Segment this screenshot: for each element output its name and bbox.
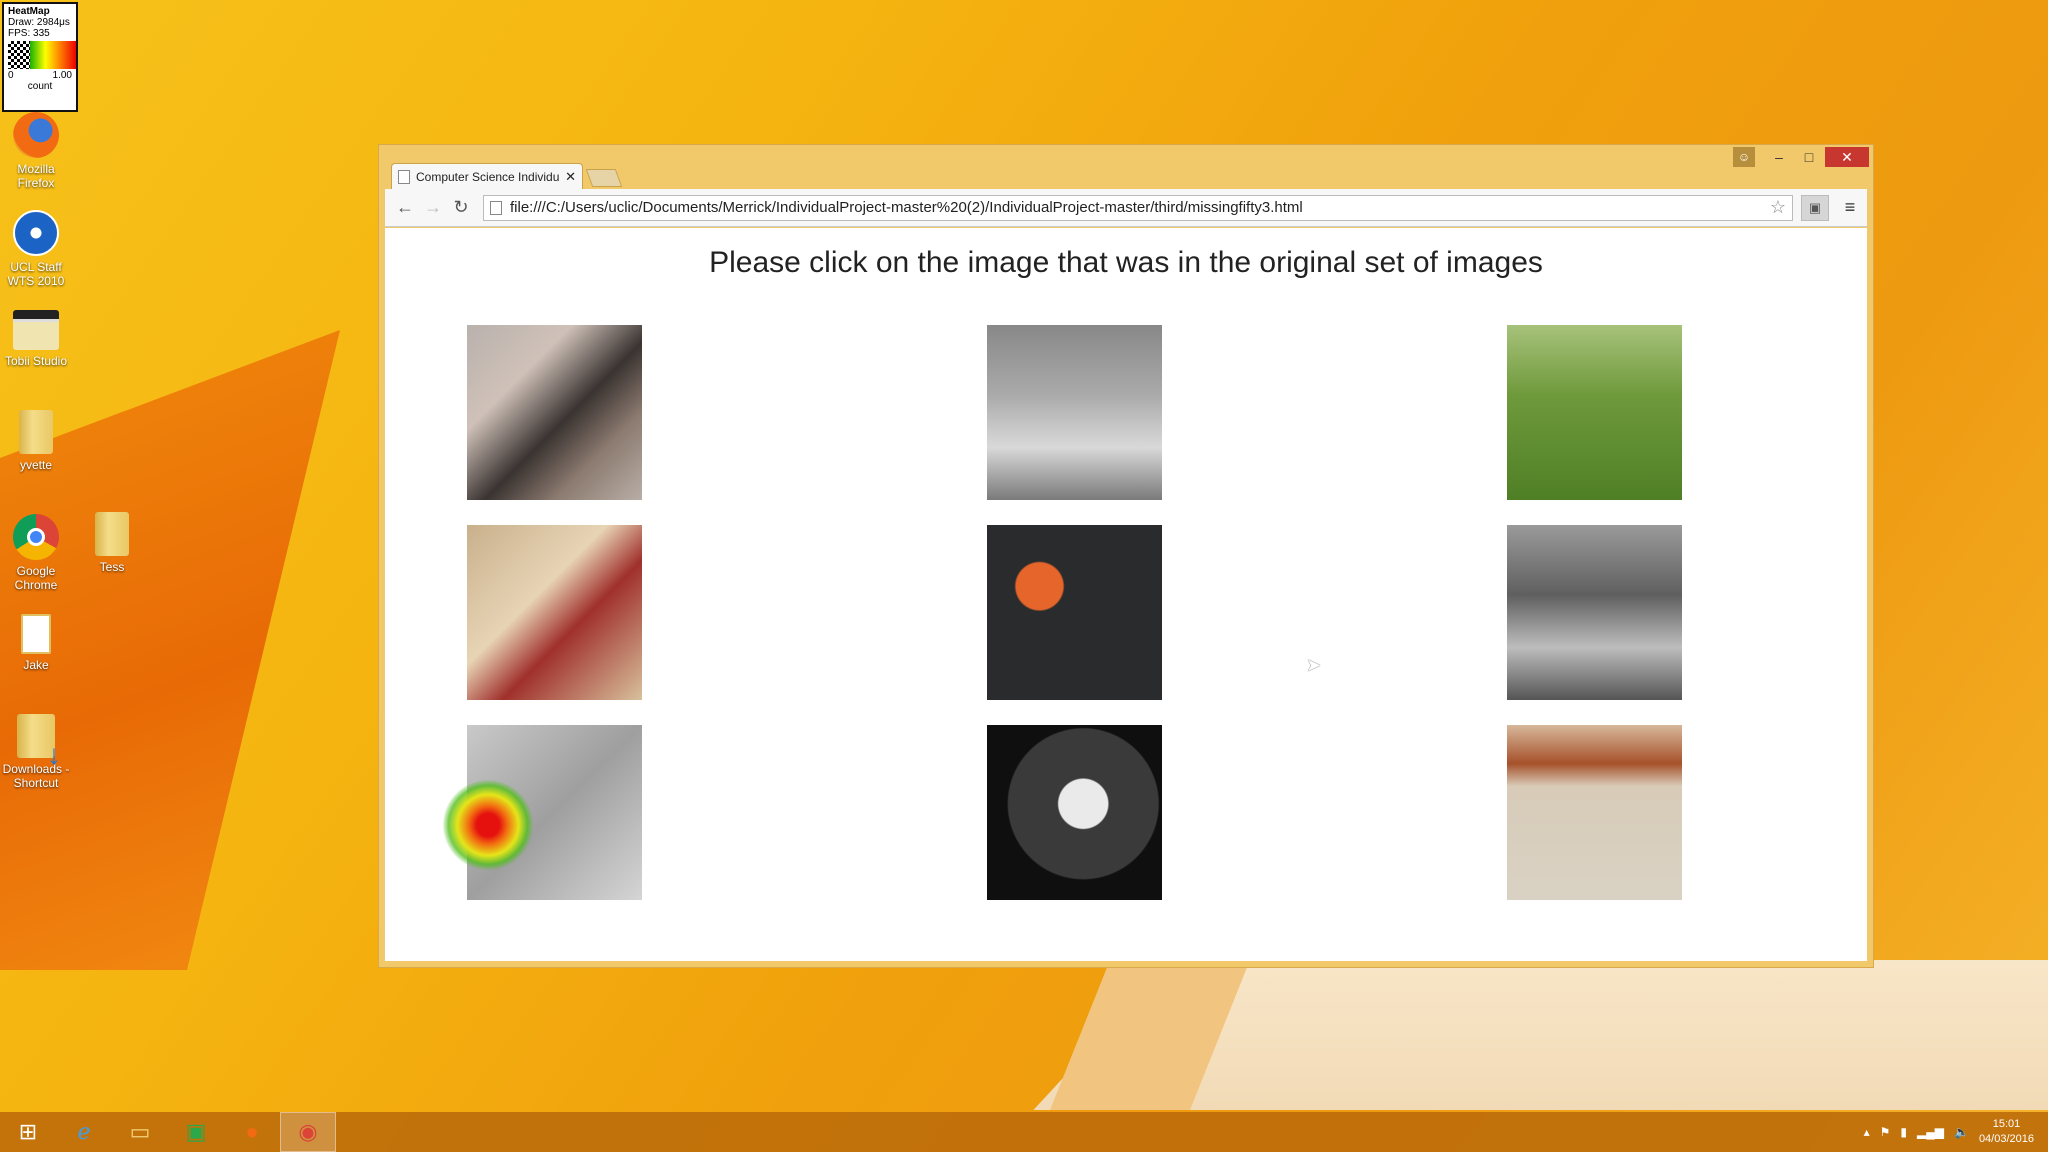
address-bar[interactable]: file:///C:/Users/uclic/Documents/Merrick… xyxy=(483,194,1793,221)
clock[interactable]: 15:01 04/03/2016 xyxy=(1979,1117,2034,1147)
page-heading: Please click on the image that was in th… xyxy=(709,246,1543,279)
gaze-heatmap-spot xyxy=(443,780,533,870)
chrome-icon[interactable]: ◉ xyxy=(280,1112,336,1152)
desktop-icon-label: Google Chrome xyxy=(14,564,58,592)
close-window-button[interactable]: ✕ xyxy=(1825,147,1869,167)
desktop-icon-downloads-shortcut[interactable]: Downloads - Shortcut xyxy=(0,714,72,790)
desktop-icon-tobii-studio[interactable]: Tobii Studio xyxy=(0,310,72,368)
image-option-tools[interactable] xyxy=(467,525,642,700)
firefox-icon xyxy=(13,112,59,158)
file-explorer-icon[interactable]: ▭ xyxy=(112,1112,168,1152)
heatmap-scale-max: 1.00 xyxy=(52,70,72,81)
desktop-icon-label: Tess xyxy=(99,560,125,574)
browser-toolbar: ← → ↻ file:///C:/Users/uclic/Documents/M… xyxy=(385,189,1867,227)
desktop-icon-tess[interactable]: Tess xyxy=(76,512,148,574)
downloads-folder-icon xyxy=(17,714,61,762)
folder-icon xyxy=(19,410,53,454)
browser-window: ☺ – □ ✕ Computer Science Individu ✕ ← → … xyxy=(378,144,1874,968)
page-content: Please click on the image that was in th… xyxy=(385,228,1867,961)
tobii-studio-icon xyxy=(13,310,59,350)
page-icon xyxy=(490,200,502,215)
heatmap-draw-time: Draw: 2984μs xyxy=(8,17,70,28)
heatmap-transparency-swatch xyxy=(8,41,30,69)
clock-date: 04/03/2016 xyxy=(1978,1133,2034,1145)
desktop-icon-firefox[interactable]: Mozilla Firefox xyxy=(0,112,72,190)
document-icon xyxy=(21,614,51,654)
back-arrow-icon[interactable]: ← xyxy=(391,197,419,218)
system-tray: ▴ ⚑ ▮ ▂▄▆ 🔈 15:01 04/03/2016 xyxy=(1864,1112,2034,1152)
extension-icon[interactable]: ▣ xyxy=(1801,194,1829,221)
remote-desktop-icon xyxy=(13,210,59,256)
heatmap-fps: FPS: 335 xyxy=(8,28,50,39)
desktop-icon-label: UCL Staff WTS 2010 xyxy=(7,260,65,288)
flag-icon[interactable]: ⚑ xyxy=(1880,1125,1891,1139)
minimize-button[interactable]: – xyxy=(1765,147,1793,167)
heatmap-color-scale xyxy=(8,41,76,69)
desktop-icon-google-chrome[interactable]: Google Chrome xyxy=(0,514,72,592)
tab-close-icon[interactable]: ✕ xyxy=(565,169,576,185)
show-hidden-icons-icon[interactable]: ▴ xyxy=(1864,1125,1870,1139)
image-option-skateboard[interactable] xyxy=(1507,525,1682,700)
mouse-cursor-icon: ➤ xyxy=(1306,655,1322,675)
image-option-coffee[interactable] xyxy=(987,525,1162,700)
signal-icon[interactable]: ▂▄▆ xyxy=(1917,1125,1944,1139)
taskbar: ⊞ ℯ ▭ ▣ ● ◉ ▴ ⚑ ▮ ▂▄▆ 🔈 15:01 04/03/2016 xyxy=(0,1112,2048,1152)
user-profile-icon[interactable]: ☺ xyxy=(1733,147,1755,167)
image-option-bearded-man[interactable] xyxy=(467,325,642,500)
desktop-icon-label: Mozilla Firefox xyxy=(17,162,55,190)
bookmark-star-icon[interactable]: ☆ xyxy=(1770,197,1786,218)
address-bar-url[interactable]: file:///C:/Users/uclic/Documents/Merrick… xyxy=(510,199,1770,216)
heatmap-scale-min: 0 xyxy=(8,70,14,81)
folder-icon xyxy=(95,512,129,556)
clock-time: 15:01 xyxy=(1992,1118,2021,1130)
forward-arrow-icon[interactable]: → xyxy=(419,197,447,218)
heatmap-title: HeatMap xyxy=(8,6,50,17)
desktop-icon-yvette[interactable]: yvette xyxy=(0,410,72,472)
image-option-legs[interactable] xyxy=(987,325,1162,500)
heatmap-widget: HeatMap Draw: 2984μs FPS: 335 0 1.00 cou… xyxy=(2,2,78,112)
maximize-button[interactable]: □ xyxy=(1795,147,1823,167)
desktop-icon-label: Jake xyxy=(23,658,49,672)
start-icon[interactable]: ⊞ xyxy=(0,1112,56,1152)
volume-icon[interactable]: 🔈 xyxy=(1954,1125,1969,1139)
new-tab-button[interactable] xyxy=(585,169,623,187)
heatmap-unit: count xyxy=(27,81,53,92)
hamburger-menu-icon[interactable]: ≡ xyxy=(1839,197,1861,218)
internet-explorer-icon[interactable]: ℯ xyxy=(56,1112,112,1152)
heatmap-scale-labels: 0 1.00 xyxy=(8,70,72,81)
firefox-icon[interactable]: ● xyxy=(224,1112,280,1152)
desktop-icon-label: yvette xyxy=(19,458,52,472)
image-option-dog[interactable] xyxy=(1507,325,1682,500)
page-icon xyxy=(398,169,410,184)
window-controls: ☺ – □ ✕ xyxy=(1733,147,1869,167)
desktop-icon-ucl-staff-wts[interactable]: UCL Staff WTS 2010 xyxy=(0,210,72,288)
network-icon[interactable]: ▮ xyxy=(1900,1125,1907,1139)
desktop-icon-label: Tobii Studio xyxy=(4,354,68,368)
chrome-icon xyxy=(13,514,59,560)
reload-icon[interactable]: ↻ xyxy=(447,197,475,218)
store-icon[interactable]: ▣ xyxy=(168,1112,224,1152)
image-option-wallet[interactable] xyxy=(1507,725,1682,900)
tab-title: Computer Science Individu xyxy=(416,169,560,184)
browser-tab[interactable]: Computer Science Individu ✕ xyxy=(391,163,583,189)
image-option-dashboard[interactable] xyxy=(987,725,1162,900)
desktop-icon-jake[interactable]: Jake xyxy=(0,614,72,672)
